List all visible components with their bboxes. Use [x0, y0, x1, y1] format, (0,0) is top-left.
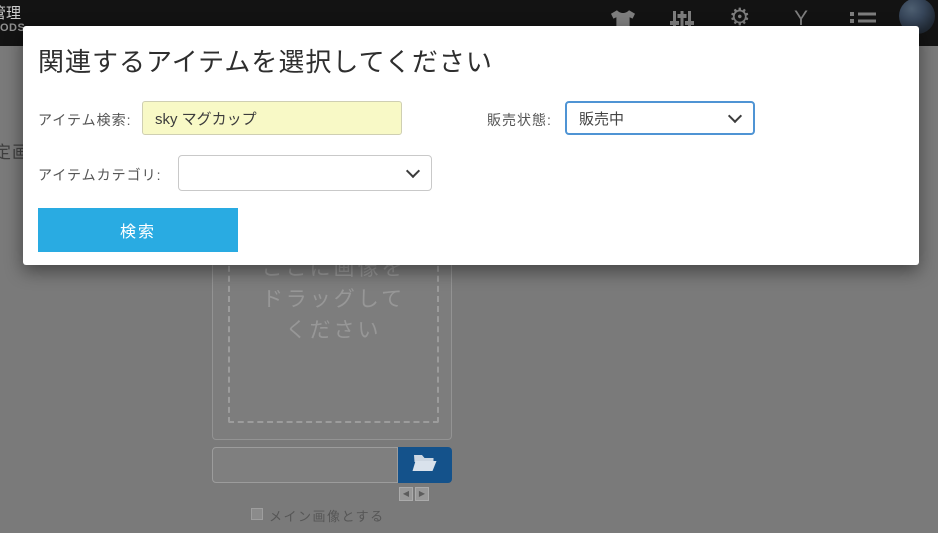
- main-image-checkbox-label: メイン画像とする: [269, 506, 385, 525]
- prev-image-button[interactable]: ◀: [399, 487, 413, 501]
- item-search-input[interactable]: [142, 101, 402, 135]
- chevron-down-icon: [728, 109, 742, 123]
- modal-title: 関連するアイテムを選択してください: [38, 42, 493, 79]
- main-image-checkbox[interactable]: [251, 508, 263, 520]
- item-category-select[interactable]: [178, 155, 432, 191]
- next-image-button[interactable]: ▶: [415, 487, 429, 501]
- sales-status-select[interactable]: 販売中: [565, 101, 755, 135]
- sales-status-value: 販売中: [579, 108, 624, 129]
- sales-status-label: 販売状態:: [487, 110, 552, 130]
- chevron-down-icon: [406, 164, 420, 178]
- item-search-label: アイテム検索:: [38, 110, 132, 130]
- app-logo-text: ODS: [0, 22, 24, 36]
- browse-files-button[interactable]: [398, 447, 452, 483]
- file-path-input[interactable]: [212, 447, 398, 483]
- image-pager: ◀ ▶: [399, 487, 429, 501]
- item-category-label: アイテムカテゴリ:: [38, 165, 162, 185]
- related-item-modal: 関連するアイテムを選択してください アイテム検索: 販売状態: 販売中 アイテム…: [23, 26, 919, 265]
- app-title: 管理: [0, 2, 24, 21]
- screen: 定画 ここに画像を ドラッグして ください ◀ ▶ メイン画像とする 管理 OD…: [0, 0, 938, 533]
- search-button[interactable]: 検索: [38, 208, 238, 252]
- open-folder-icon: [412, 453, 438, 478]
